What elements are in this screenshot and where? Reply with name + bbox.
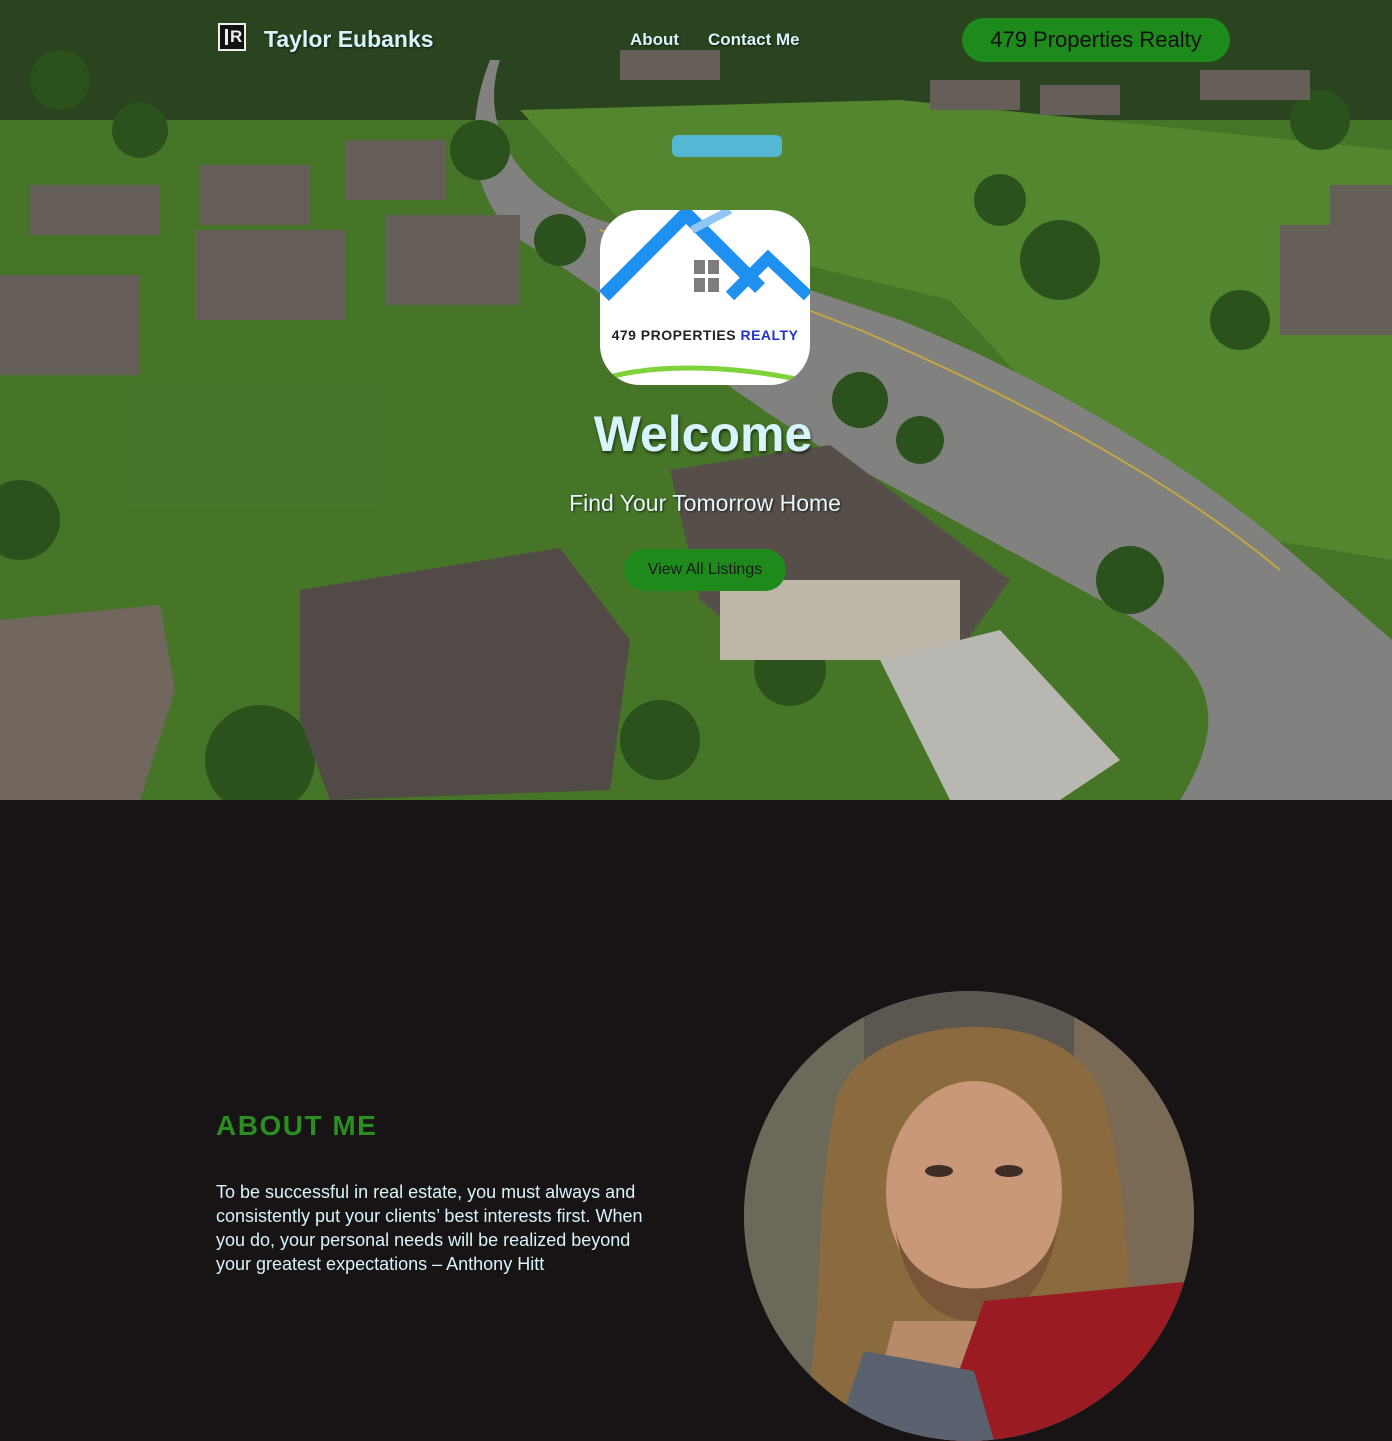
view-all-listings-button[interactable]: View All Listings [624,549,786,591]
hero-title: Welcome [593,406,813,462]
hero-section: Taylor Eubanks About Contact Me 479 Prop… [0,0,1392,800]
company-logo: 479 PROPERTIES REALTY [600,210,810,385]
brand-name[interactable]: Taylor Eubanks [264,26,434,53]
nav-link-about[interactable]: About [630,30,679,50]
company-button[interactable]: 479 Properties Realty [962,18,1230,62]
about-title: ABOUT ME [216,1110,378,1141]
logo-wordmark: 479 PROPERTIES REALTY [611,327,799,343]
realtor-logo-icon[interactable] [218,23,246,51]
hero-background-image [0,0,1392,800]
house-roof-icon [600,210,810,385]
about-quote: To be successful in real estate, you mus… [216,1182,643,1274]
portrait-image [744,991,1194,1441]
agent-portrait [744,991,1194,1441]
hero-subtitle: Find Your Tomorrow Home [569,490,841,516]
nav-link-contact[interactable]: Contact Me [708,30,800,50]
